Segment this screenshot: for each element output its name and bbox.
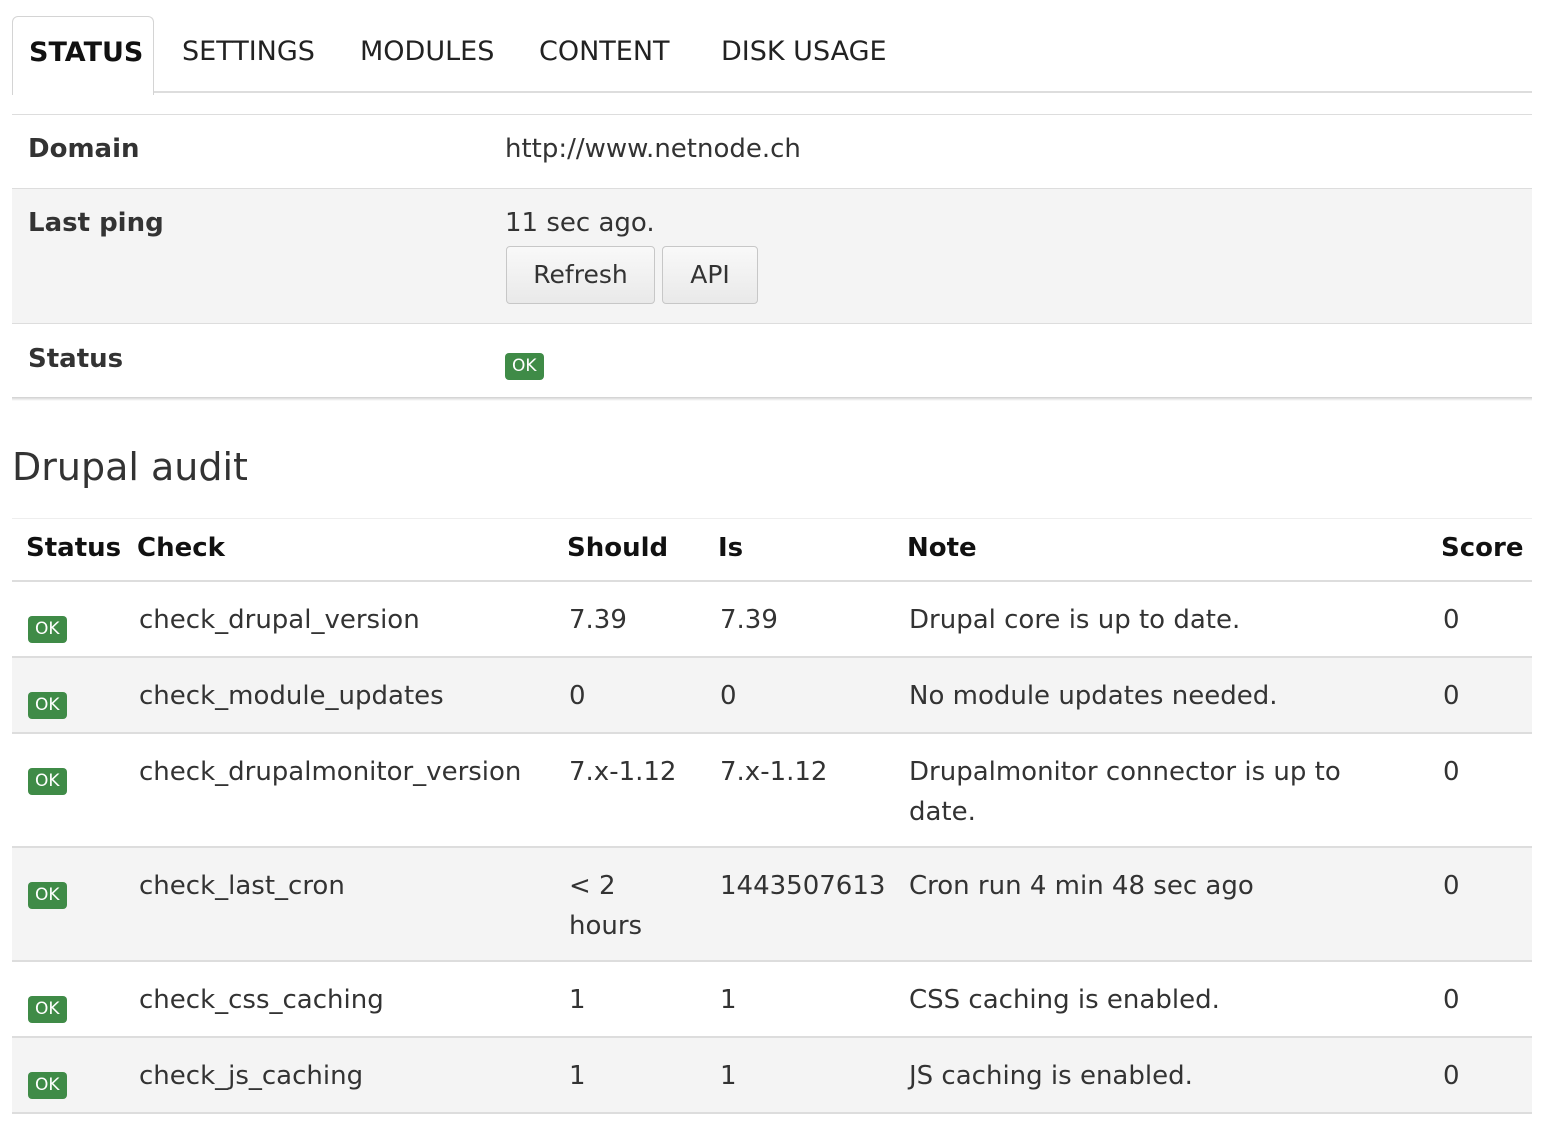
note-text: Drupal core is up to date.: [909, 600, 1379, 640]
should-value: 1: [569, 980, 699, 1020]
tab-bar: STATUS SETTINGS MODULES CONTENT DISK USA…: [12, 0, 1532, 93]
is-value: 1: [720, 980, 900, 1020]
last-ping-value: 11 sec ago.: [505, 208, 655, 238]
tab-content[interactable]: CONTENT: [523, 16, 686, 93]
check-name: check_module_updates: [139, 676, 559, 716]
score-value: 0: [1443, 866, 1460, 906]
check-name: check_drupal_version: [139, 600, 559, 640]
header-should: Should: [567, 533, 697, 563]
domain-label: Domain: [28, 134, 140, 164]
status-row: Status OK: [12, 324, 1532, 400]
table-row: OK check_drupal_version 7.39 7.39 Drupal…: [12, 582, 1532, 658]
tab-modules[interactable]: MODULES: [344, 16, 510, 93]
score-value: 0: [1443, 752, 1460, 792]
status-badge: OK: [28, 616, 67, 643]
header-check: Check: [137, 533, 557, 563]
last-ping-label: Last ping: [28, 208, 164, 238]
table-row: OK check_drupalmonitor_version 7.x-1.12 …: [12, 734, 1532, 848]
should-value: 7.x-1.12: [569, 752, 699, 792]
status-label: Status: [28, 344, 123, 374]
check-name: check_css_caching: [139, 980, 559, 1020]
is-value: 0: [720, 676, 900, 716]
audit-table-header: Status Check Should Is Note Score: [12, 519, 1532, 582]
audit-title: Drupal audit: [12, 445, 248, 489]
status-badge: OK: [28, 1072, 67, 1099]
score-value: 0: [1443, 676, 1460, 716]
site-info-table: Domain http://www.netnode.ch Last ping 1…: [12, 114, 1532, 400]
status-badge: OK: [505, 353, 544, 380]
is-value: 1443507613: [720, 866, 900, 906]
score-value: 0: [1443, 1056, 1460, 1096]
is-value: 1: [720, 1056, 900, 1096]
tab-disk-usage[interactable]: DISK USAGE: [705, 16, 903, 93]
note-text: No module updates needed.: [909, 676, 1379, 716]
table-row: OK check_last_cron < 2 hours 1443507613 …: [12, 848, 1532, 962]
header-status: Status: [26, 533, 121, 563]
header-note: Note: [907, 533, 1377, 563]
note-text: JS caching is enabled.: [909, 1056, 1379, 1096]
status-badge: OK: [28, 768, 67, 795]
tab-status[interactable]: STATUS: [12, 16, 154, 95]
table-row: OK check_module_updates 0 0 No module up…: [12, 658, 1532, 734]
check-name: check_js_caching: [139, 1056, 559, 1096]
is-value: 7.x-1.12: [720, 752, 900, 792]
check-name: check_last_cron: [139, 866, 559, 906]
last-ping-row: Last ping 11 sec ago. Refresh API: [12, 189, 1532, 324]
header-is: Is: [718, 533, 898, 563]
should-value: 1: [569, 1056, 699, 1096]
is-value: 7.39: [720, 600, 900, 640]
check-name: check_drupalmonitor_version: [139, 752, 559, 792]
table-row: OK check_css_caching 1 1 CSS caching is …: [12, 962, 1532, 1038]
domain-link[interactable]: http://www.netnode.ch: [505, 134, 801, 164]
audit-table: Status Check Should Is Note Score OK che…: [12, 518, 1532, 1114]
header-score: Score: [1441, 533, 1523, 563]
score-value: 0: [1443, 600, 1460, 640]
note-text: CSS caching is enabled.: [909, 980, 1379, 1020]
should-value: < 2 hours: [569, 866, 664, 946]
should-value: 0: [569, 676, 699, 716]
status-badge: OK: [28, 692, 67, 719]
note-text: Cron run 4 min 48 sec ago: [909, 866, 1379, 906]
info-divider: [12, 397, 1532, 401]
should-value: 7.39: [569, 600, 699, 640]
status-badge: OK: [28, 996, 67, 1023]
note-text: Drupalmonitor connector is up to date.: [909, 752, 1379, 832]
api-button[interactable]: API: [662, 246, 758, 304]
tab-settings[interactable]: SETTINGS: [166, 16, 331, 93]
refresh-button[interactable]: Refresh: [506, 246, 655, 304]
status-badge: OK: [28, 882, 67, 909]
score-value: 0: [1443, 980, 1460, 1020]
table-row: OK check_js_caching 1 1 JS caching is en…: [12, 1038, 1532, 1114]
domain-row: Domain http://www.netnode.ch: [12, 115, 1532, 189]
